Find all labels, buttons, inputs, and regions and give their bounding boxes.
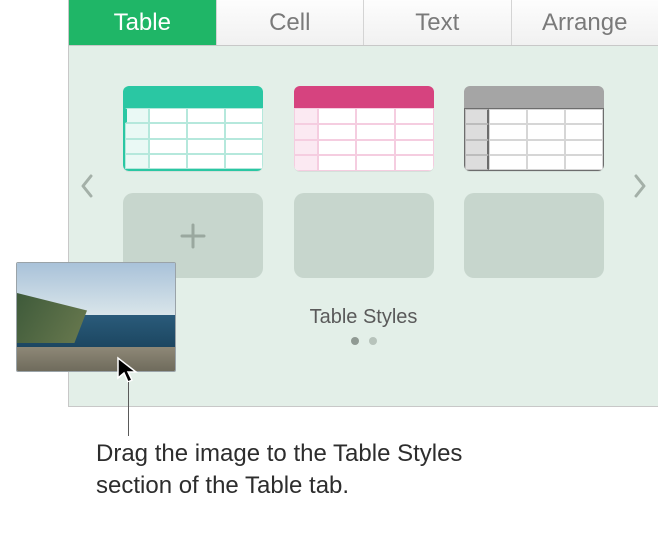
style-header <box>123 86 263 108</box>
tab-table[interactable]: Table <box>69 0 217 45</box>
tab-bar: Table Cell Text Arrange <box>69 0 658 46</box>
tab-label: Table <box>114 9 171 37</box>
style-header <box>294 86 434 108</box>
style-body <box>464 108 604 171</box>
pager-dot[interactable] <box>351 337 359 345</box>
table-style-pink[interactable] <box>294 86 434 171</box>
tab-label: Cell <box>269 9 310 37</box>
chevron-right-icon <box>633 174 647 198</box>
table-style-gray[interactable] <box>464 86 604 171</box>
callout-leader <box>128 382 129 436</box>
style-body <box>123 108 263 171</box>
table-style-green[interactable] <box>123 86 263 171</box>
styles-prev-button[interactable] <box>75 166 99 206</box>
tab-arrange[interactable]: Arrange <box>512 0 659 45</box>
styles-next-button[interactable] <box>628 166 652 206</box>
pager-dot[interactable] <box>369 337 377 345</box>
tab-cell[interactable]: Cell <box>217 0 365 45</box>
style-body <box>294 108 434 171</box>
chevron-left-icon <box>80 174 94 198</box>
empty-style-slot[interactable] <box>464 193 604 278</box>
instruction-caption: Drag the image to the Table Styles secti… <box>96 438 516 503</box>
tab-label: Arrange <box>542 9 627 37</box>
tab-label: Text <box>415 9 459 37</box>
plus-icon <box>176 219 210 253</box>
tab-text[interactable]: Text <box>364 0 512 45</box>
dragged-image-thumbnail[interactable] <box>16 262 176 372</box>
table-styles-row <box>83 86 644 193</box>
empty-style-slot[interactable] <box>294 193 434 278</box>
style-header <box>464 86 604 108</box>
